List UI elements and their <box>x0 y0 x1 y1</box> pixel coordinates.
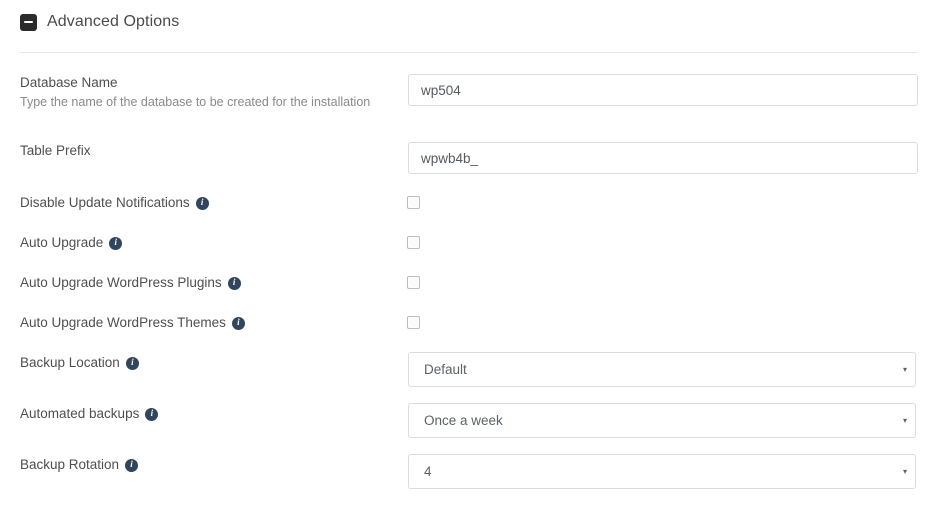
disable-update-notifications-label-text: Disable Update Notifications <box>20 194 190 211</box>
auto-upgrade-plugins-label-col: Auto Upgrade WordPress Plugins i <box>20 274 400 291</box>
advanced-options-panel: Advanced Options Database Name Type the … <box>0 0 936 517</box>
info-icon[interactable]: i <box>109 237 122 250</box>
chevron-down-icon: ▾ <box>903 468 915 476</box>
automated-backups-select[interactable]: Once a week ▾ <box>408 403 916 438</box>
backup-location-select[interactable]: Default ▾ <box>408 352 916 387</box>
backup-rotation-label-text: Backup Rotation <box>20 456 119 473</box>
table-prefix-label: Table Prefix <box>20 142 400 159</box>
chevron-down-icon: ▾ <box>903 366 915 374</box>
database-name-label: Database Name <box>20 74 400 91</box>
auto-upgrade-themes-label-text: Auto Upgrade WordPress Themes <box>20 314 226 331</box>
auto-upgrade-plugins-label-text: Auto Upgrade WordPress Plugins <box>20 274 222 291</box>
info-icon[interactable]: i <box>196 197 209 210</box>
minus-square-icon[interactable] <box>20 14 37 31</box>
automated-backups-value: Once a week <box>409 413 903 428</box>
section-header[interactable]: Advanced Options <box>20 10 179 34</box>
info-icon[interactable]: i <box>228 277 241 290</box>
table-prefix-input[interactable] <box>408 142 918 174</box>
info-icon[interactable]: i <box>125 459 138 472</box>
database-name-help: Type the name of the database to be crea… <box>20 94 400 111</box>
automated-backups-label-text: Automated backups <box>20 405 139 422</box>
disable-update-notifications-label-col: Disable Update Notifications i <box>20 194 400 211</box>
automated-backups-label: Automated backups i <box>20 405 400 422</box>
database-name-label-col: Database Name Type the name of the datab… <box>20 74 400 111</box>
info-icon[interactable]: i <box>145 408 158 421</box>
automated-backups-label-col: Automated backups i <box>20 405 400 422</box>
auto-upgrade-label-text: Auto Upgrade <box>20 234 103 251</box>
info-icon[interactable]: i <box>232 317 245 330</box>
backup-location-value: Default <box>409 362 903 377</box>
auto-upgrade-label: Auto Upgrade i <box>20 234 400 251</box>
backup-location-label-col: Backup Location i <box>20 354 400 371</box>
backup-rotation-select[interactable]: 4 ▾ <box>408 454 916 489</box>
database-name-input[interactable] <box>408 74 918 106</box>
header-divider <box>20 52 918 53</box>
auto-upgrade-themes-label-col: Auto Upgrade WordPress Themes i <box>20 314 400 331</box>
auto-upgrade-checkbox[interactable] <box>407 236 420 249</box>
disable-update-notifications-label: Disable Update Notifications i <box>20 194 400 211</box>
auto-upgrade-themes-checkbox[interactable] <box>407 316 420 329</box>
info-icon[interactable]: i <box>126 357 139 370</box>
disable-update-notifications-checkbox[interactable] <box>407 196 420 209</box>
backup-location-label: Backup Location i <box>20 354 400 371</box>
auto-upgrade-plugins-label: Auto Upgrade WordPress Plugins i <box>20 274 400 291</box>
chevron-down-icon: ▾ <box>903 417 915 425</box>
auto-upgrade-themes-label: Auto Upgrade WordPress Themes i <box>20 314 400 331</box>
auto-upgrade-plugins-checkbox[interactable] <box>407 276 420 289</box>
backup-rotation-label-col: Backup Rotation i <box>20 456 400 473</box>
backup-location-label-text: Backup Location <box>20 354 120 371</box>
backup-rotation-value: 4 <box>409 464 903 479</box>
table-prefix-label-col: Table Prefix <box>20 142 400 159</box>
backup-rotation-label: Backup Rotation i <box>20 456 400 473</box>
page-title: Advanced Options <box>47 13 179 31</box>
auto-upgrade-label-col: Auto Upgrade i <box>20 234 400 251</box>
